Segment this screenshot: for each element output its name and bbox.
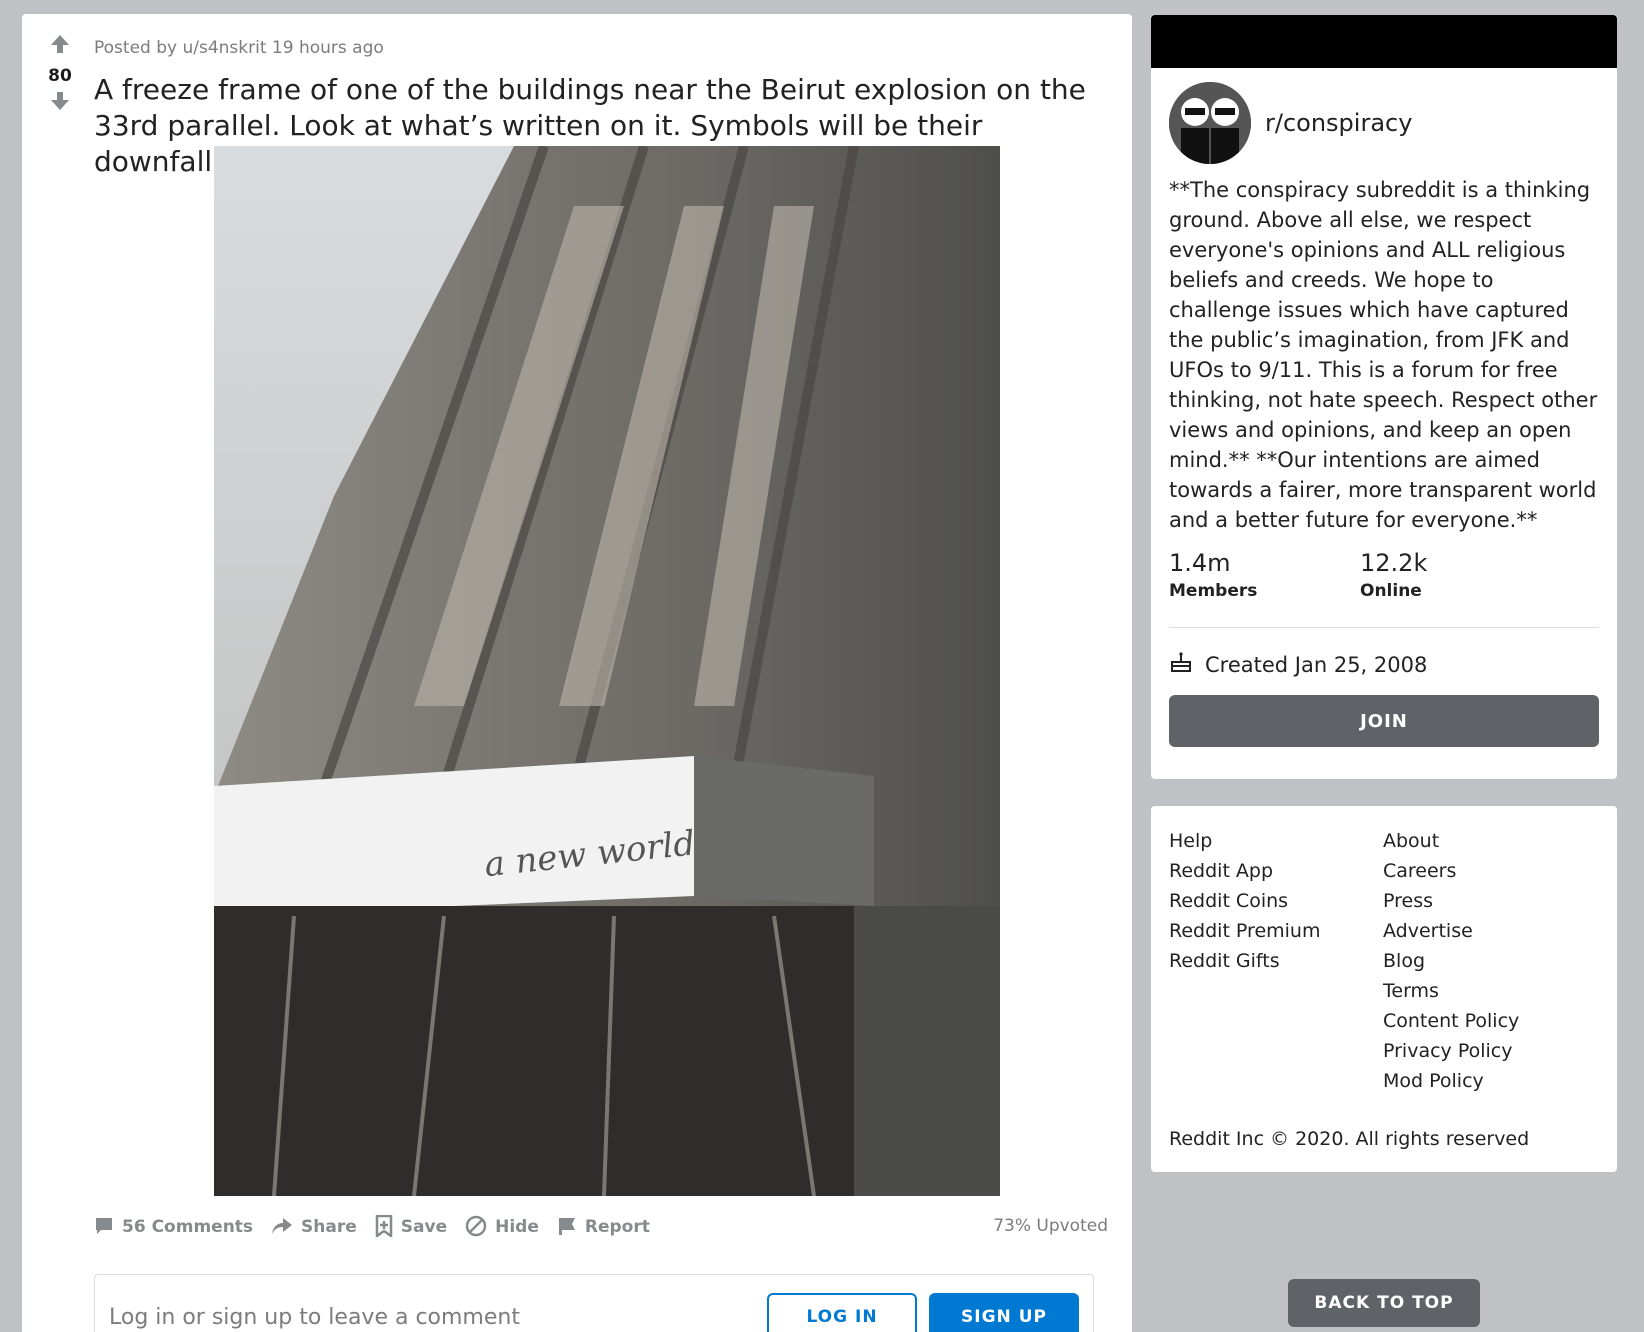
login-button[interactable]: LOG IN bbox=[767, 1293, 917, 1332]
cake-icon bbox=[1169, 650, 1193, 679]
upvote-ratio: 73% Upvoted bbox=[993, 1216, 1108, 1236]
online-stat: 12.2k Online bbox=[1360, 547, 1551, 603]
downvote-icon[interactable] bbox=[40, 89, 80, 120]
comment-login-box: Log in or sign up to leave a comment LOG… bbox=[94, 1274, 1094, 1332]
footer-link-reddit-gifts[interactable]: Reddit Gifts bbox=[1169, 946, 1383, 976]
footer-link-advertise[interactable]: Advertise bbox=[1383, 916, 1597, 946]
footer-link-careers[interactable]: Careers bbox=[1383, 856, 1597, 886]
community-avatar[interactable] bbox=[1169, 82, 1251, 164]
post-image[interactable]: a new world bbox=[214, 146, 1000, 1196]
share-button[interactable]: Share bbox=[271, 1216, 357, 1239]
post-meta[interactable]: Posted by u/s4nskrit 19 hours ago bbox=[94, 38, 384, 58]
footer-link-blog[interactable]: Blog bbox=[1383, 946, 1597, 976]
comments-label: 56 Comments bbox=[122, 1217, 254, 1237]
footer-link-terms[interactable]: Terms bbox=[1383, 976, 1597, 1006]
footer-link-privacy-policy[interactable]: Privacy Policy bbox=[1383, 1036, 1597, 1066]
footer-link-mod-policy[interactable]: Mod Policy bbox=[1383, 1066, 1597, 1096]
community-sidebar: r/conspiracy **The conspiracy subreddit … bbox=[1151, 15, 1617, 779]
footer-links-left: Help Reddit App Reddit Coins Reddit Prem… bbox=[1169, 826, 1383, 1096]
join-button[interactable]: JOIN bbox=[1169, 695, 1599, 747]
footer-link-press[interactable]: Press bbox=[1383, 886, 1597, 916]
community-stats: 1.4m Members 12.2k Online bbox=[1169, 547, 1551, 603]
footer-link-content-policy[interactable]: Content Policy bbox=[1383, 1006, 1597, 1036]
copyright: Reddit Inc © 2020. All rights reserved bbox=[1169, 1128, 1530, 1150]
members-label: Members bbox=[1169, 581, 1258, 601]
save-label: Save bbox=[400, 1217, 448, 1237]
bookmark-plus-icon bbox=[375, 1214, 393, 1240]
flag-icon bbox=[557, 1216, 577, 1239]
post-actions: 56 Comments Share Save Hide Report bbox=[94, 1212, 650, 1242]
divider bbox=[1169, 627, 1599, 628]
created-date: Created Jan 25, 2008 bbox=[1169, 650, 1427, 679]
signup-button[interactable]: SIGN UP bbox=[929, 1293, 1079, 1332]
footer-link-reddit-coins[interactable]: Reddit Coins bbox=[1169, 886, 1383, 916]
comments-button[interactable]: 56 Comments bbox=[94, 1216, 253, 1239]
footer-link-help[interactable]: Help bbox=[1169, 826, 1383, 856]
members-count: 1.4m bbox=[1169, 549, 1231, 577]
created-label: Created Jan 25, 2008 bbox=[1205, 652, 1428, 677]
save-button[interactable]: Save bbox=[375, 1214, 448, 1240]
footer-link-reddit-app[interactable]: Reddit App bbox=[1169, 856, 1383, 886]
footer-links-right: About Careers Press Advertise Blog Terms… bbox=[1383, 826, 1597, 1096]
share-label: Share bbox=[301, 1217, 357, 1237]
upvote-icon[interactable] bbox=[40, 32, 80, 63]
online-count: 12.2k bbox=[1360, 549, 1428, 577]
community-header[interactable]: r/conspiracy bbox=[1169, 82, 1412, 164]
footer-links: Help Reddit App Reddit Coins Reddit Prem… bbox=[1169, 826, 1597, 1096]
hide-button[interactable]: Hide bbox=[465, 1215, 539, 1240]
community-description: **The conspiracy subreddit is a thinking… bbox=[1169, 178, 1598, 532]
comment-prompt: Log in or sign up to leave a comment bbox=[109, 1305, 520, 1330]
footer-link-reddit-premium[interactable]: Reddit Premium bbox=[1169, 916, 1383, 946]
vote-score: 80 bbox=[48, 66, 72, 86]
back-to-top-button[interactable]: BACK TO TOP bbox=[1288, 1279, 1480, 1327]
online-label: Online bbox=[1360, 581, 1422, 601]
community-name[interactable]: r/conspiracy bbox=[1265, 109, 1412, 137]
post-card: 80 Posted by u/s4nskrit 19 hours ago A f… bbox=[22, 14, 1132, 1332]
report-button[interactable]: Report bbox=[557, 1216, 650, 1239]
community-banner bbox=[1151, 15, 1617, 68]
report-label: Report bbox=[584, 1217, 650, 1237]
vote-column: 80 bbox=[40, 32, 80, 120]
comment-icon bbox=[94, 1216, 114, 1239]
share-icon bbox=[271, 1216, 293, 1239]
footer-link-about[interactable]: About bbox=[1383, 826, 1597, 856]
hide-label: Hide bbox=[495, 1217, 539, 1237]
hide-icon bbox=[465, 1215, 487, 1240]
footer-links-card: Help Reddit App Reddit Coins Reddit Prem… bbox=[1151, 806, 1617, 1172]
members-stat: 1.4m Members bbox=[1169, 547, 1360, 603]
